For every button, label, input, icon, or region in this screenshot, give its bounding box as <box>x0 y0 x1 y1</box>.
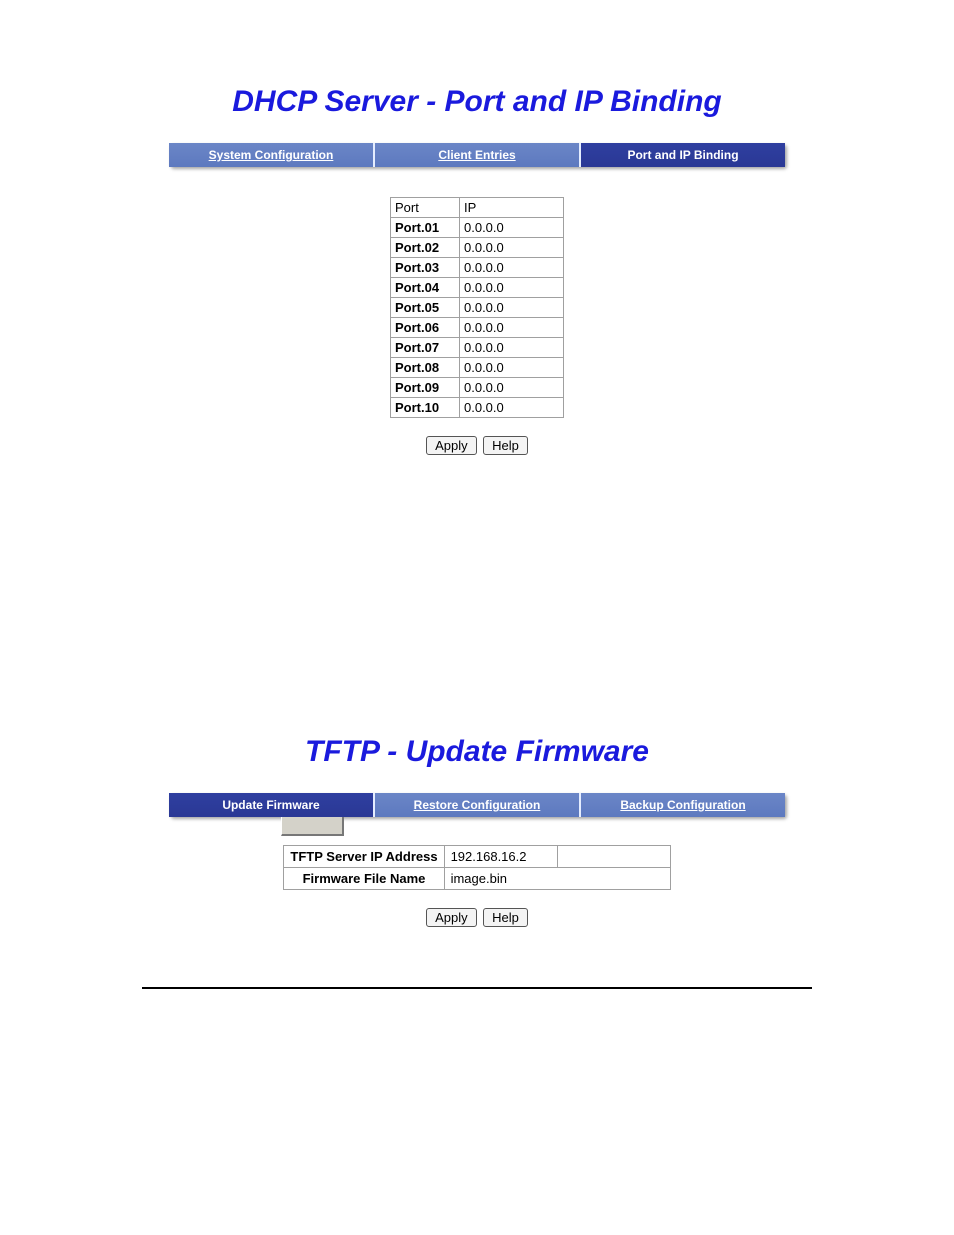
port-label: Port.08 <box>391 358 460 378</box>
tab-label: Backup Configuration <box>620 798 745 812</box>
tftp-server-ip-input[interactable] <box>451 849 551 864</box>
tab-restore-configuration[interactable]: Restore Configuration <box>375 793 581 817</box>
help-button[interactable]: Help <box>483 436 528 455</box>
table-row: Port.03 <box>391 258 564 278</box>
ip-input[interactable] <box>464 260 559 275</box>
table-row: Port.07 <box>391 338 564 358</box>
port-label: Port.06 <box>391 318 460 338</box>
tab-backup-configuration[interactable]: Backup Configuration <box>581 793 785 817</box>
port-label: Port.09 <box>391 378 460 398</box>
ip-input[interactable] <box>464 220 559 235</box>
empty-cell <box>557 846 670 868</box>
table-row: Port.10 <box>391 398 564 418</box>
table-row: Port.04 <box>391 278 564 298</box>
port-label: Port.07 <box>391 338 460 358</box>
firmware-file-name-input[interactable] <box>451 871 651 886</box>
apply-button[interactable]: Apply <box>426 908 477 927</box>
port-label: Port.10 <box>391 398 460 418</box>
help-button[interactable]: Help <box>483 908 528 927</box>
tab-label: Port and IP Binding <box>627 148 738 162</box>
table-row: Port.06 <box>391 318 564 338</box>
tab-client-entries[interactable]: Client Entries <box>375 143 581 167</box>
port-ip-table: Port IP Port.01 Port.02 Port.03 Port.04 … <box>390 197 564 418</box>
port-label: Port.05 <box>391 298 460 318</box>
table-row: Port.08 <box>391 358 564 378</box>
tab-port-and-ip-binding[interactable]: Port and IP Binding <box>581 143 785 167</box>
divider <box>142 987 812 989</box>
tabbar-1: System Configuration Client Entries Port… <box>169 143 785 167</box>
firmware-file-name-label: Firmware File Name <box>284 868 444 890</box>
page-title-1: DHCP Server - Port and IP Binding <box>0 85 954 119</box>
tab-label: Update Firmware <box>222 798 319 812</box>
table-row: Firmware File Name <box>284 868 670 890</box>
table-row: Port.02 <box>391 238 564 258</box>
table-row: Port.05 <box>391 298 564 318</box>
ip-input[interactable] <box>464 380 559 395</box>
table-row: TFTP Server IP Address <box>284 846 670 868</box>
ip-input[interactable] <box>464 300 559 315</box>
ip-input[interactable] <box>464 320 559 335</box>
ip-input[interactable] <box>464 400 559 415</box>
ip-input[interactable] <box>464 240 559 255</box>
tftp-table: TFTP Server IP Address Firmware File Nam… <box>283 845 670 890</box>
tab-label: Client Entries <box>438 148 515 162</box>
tabbar-2: Update Firmware Restore Configuration Ba… <box>169 793 785 817</box>
table-row: Port.09 <box>391 378 564 398</box>
tab-label: System Configuration <box>209 148 334 162</box>
port-label: Port.01 <box>391 218 460 238</box>
tab-label: Restore Configuration <box>414 798 541 812</box>
page-title-2: TFTP - Update Firmware <box>0 735 954 769</box>
tab-update-firmware[interactable]: Update Firmware <box>169 793 375 817</box>
ip-input[interactable] <box>464 280 559 295</box>
tab-system-configuration[interactable]: System Configuration <box>169 143 375 167</box>
col-header-ip: IP <box>460 198 564 218</box>
port-label: Port.04 <box>391 278 460 298</box>
table-row: Port.01 <box>391 218 564 238</box>
port-label: Port.02 <box>391 238 460 258</box>
col-header-port: Port <box>391 198 460 218</box>
port-label: Port.03 <box>391 258 460 278</box>
ip-input[interactable] <box>464 340 559 355</box>
tftp-server-ip-label: TFTP Server IP Address <box>284 846 444 868</box>
apply-button[interactable]: Apply <box>426 436 477 455</box>
ip-input[interactable] <box>464 360 559 375</box>
